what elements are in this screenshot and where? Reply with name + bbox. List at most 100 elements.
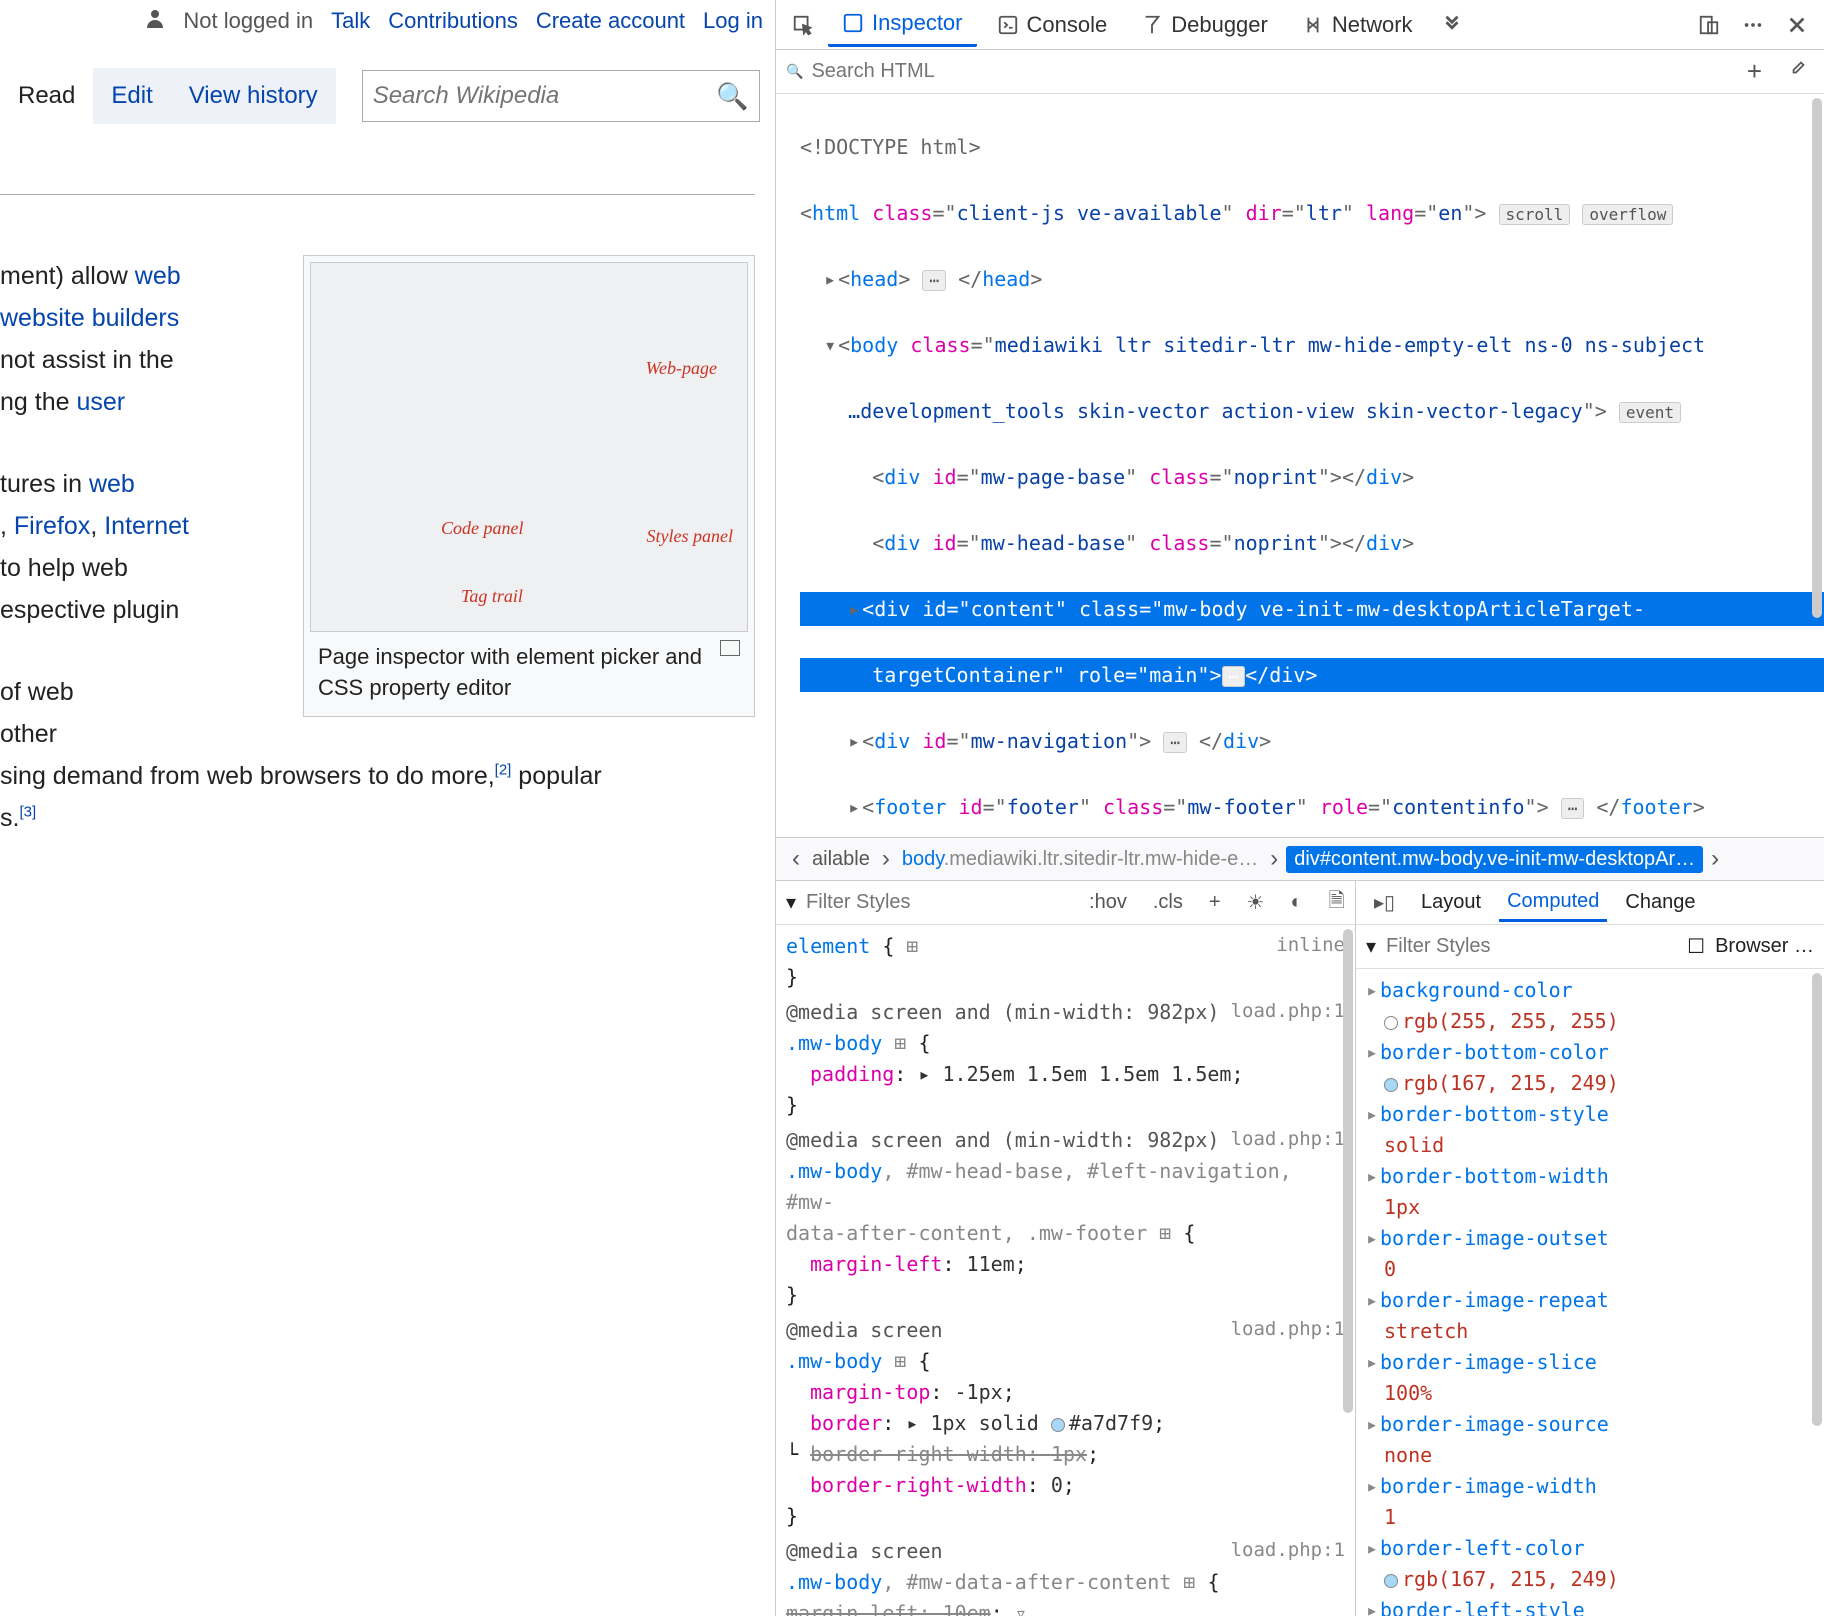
- more-tabs-icon[interactable]: [1433, 6, 1471, 44]
- rules-toolbar: ▾ :hov .cls + ☀ ◐ 🗎: [776, 881, 1355, 925]
- devtools-toolbar: Inspector Console Debugger Network: [776, 0, 1824, 50]
- computed-property[interactable]: ▸border-image-slice100%: [1366, 1347, 1814, 1409]
- breadcrumb-item[interactable]: ailable: [808, 848, 874, 871]
- link-internet[interactable]: Internet: [104, 512, 189, 540]
- computed-property[interactable]: ▸border-image-sourcenone: [1366, 1409, 1814, 1471]
- computed-property[interactable]: ▸border-bottom-width1px: [1366, 1161, 1814, 1223]
- enlarge-icon[interactable]: [720, 640, 740, 656]
- thumb-label-tags: Tag trail: [461, 581, 523, 611]
- add-rule-icon[interactable]: +: [1201, 887, 1229, 918]
- close-devtools-icon[interactable]: [1778, 6, 1816, 44]
- cls-button[interactable]: .cls: [1145, 887, 1191, 918]
- pick-element-icon[interactable]: [784, 6, 822, 44]
- computed-tabs: ▸▯ Layout Computed Change: [1356, 881, 1824, 925]
- tab-debugger[interactable]: Debugger: [1127, 4, 1282, 46]
- html-search-input[interactable]: [811, 60, 1730, 83]
- thumb-label-styles: Styles panel: [647, 521, 733, 551]
- tab-layout[interactable]: Layout: [1413, 885, 1489, 920]
- computed-property[interactable]: ▸border-bottom-stylesolid: [1366, 1099, 1814, 1161]
- breadcrumb-next-icon[interactable]: ›: [1703, 845, 1727, 873]
- computed-filter-bar: ▾ ☐ Browser …: [1356, 925, 1824, 969]
- computed-property[interactable]: ▸border-image-outset0: [1366, 1223, 1814, 1285]
- para-line: sing demand from web browsers to do more…: [0, 755, 755, 797]
- heading-rule: [0, 194, 755, 195]
- computed-property[interactable]: ▸border-image-width1: [1366, 1471, 1814, 1533]
- computed-property[interactable]: ▸border-left-stylesolid: [1366, 1595, 1814, 1616]
- print-mode-icon[interactable]: 🗎: [1321, 882, 1353, 924]
- thumbnail-caption: Page inspector with element picker and C…: [310, 632, 748, 710]
- article-thumbnail: Web-page Code panel Styles panel Tag tra…: [303, 255, 755, 717]
- citation-2[interactable]: [2]: [495, 762, 512, 779]
- chevron-right-icon: ›: [1262, 845, 1286, 873]
- para-line: s.[3]: [0, 797, 755, 839]
- breadcrumb-item[interactable]: body.mediawiki.ltr.sitedir-ltr.mw-hide-e…: [898, 848, 1262, 871]
- browser-styles-checkbox[interactable]: ☐: [1687, 934, 1705, 959]
- light-mode-icon[interactable]: ☀: [1239, 886, 1273, 919]
- computed-list[interactable]: ▸background-colorrgb(255, 255, 255)▸bord…: [1356, 969, 1824, 1616]
- filter-icon: ▾: [786, 890, 796, 915]
- tab-edit[interactable]: Edit: [93, 68, 170, 124]
- overflow-badge[interactable]: overflow: [1582, 204, 1673, 225]
- breadcrumb: ‹ ailable › body.mediawiki.ltr.sitedir-l…: [776, 837, 1824, 881]
- eyedropper-icon[interactable]: [1778, 56, 1814, 87]
- computed-property[interactable]: ▸background-colorrgb(255, 255, 255): [1366, 975, 1814, 1037]
- computed-filter-input[interactable]: [1386, 935, 1677, 958]
- browser-styles-label: Browser …: [1715, 935, 1814, 958]
- article-body: Web-page Code panel Styles panel Tag tra…: [0, 124, 775, 859]
- wikipedia-page: Not logged in Talk Contributions Create …: [0, 0, 776, 1616]
- tab-view-history[interactable]: View history: [171, 68, 336, 124]
- selected-dom-node[interactable]: ▸<div id="content" class="mw-body ve-ini…: [800, 592, 1824, 626]
- contributions-link[interactable]: Contributions: [388, 8, 518, 34]
- thumb-label-code: Code panel: [441, 513, 524, 543]
- tab-network[interactable]: Network: [1288, 4, 1427, 46]
- breadcrumb-prev-icon[interactable]: ‹: [784, 845, 808, 873]
- link-web2[interactable]: web: [89, 470, 135, 498]
- tab-read[interactable]: Read: [0, 68, 93, 124]
- para-line: other: [0, 713, 755, 755]
- search-icon[interactable]: 🔍: [716, 81, 748, 112]
- dark-mode-icon[interactable]: ◐: [1282, 887, 1310, 918]
- thumb-label-webpage: Web-page: [646, 353, 717, 383]
- computed-property[interactable]: ▸border-left-colorrgb(167, 215, 249): [1366, 1533, 1814, 1595]
- search-input[interactable]: [373, 82, 717, 110]
- hov-button[interactable]: :hov: [1081, 887, 1135, 918]
- dom-tree[interactable]: <!DOCTYPE html> <html class="client-js v…: [776, 94, 1824, 837]
- breadcrumb-item-active[interactable]: div#content.mw-body.ve-init-mw-desktopAr…: [1286, 846, 1703, 873]
- link-user[interactable]: user: [76, 388, 125, 416]
- tab-inspector[interactable]: Inspector: [828, 2, 977, 47]
- link-firefox[interactable]: Firefox: [14, 512, 90, 540]
- add-node-icon[interactable]: +: [1739, 56, 1770, 87]
- talk-link[interactable]: Talk: [331, 8, 370, 34]
- tab-console[interactable]: Console: [983, 4, 1122, 46]
- computed-property[interactable]: ▸border-bottom-colorrgb(167, 215, 249): [1366, 1037, 1814, 1099]
- computed-pane: ▸▯ Layout Computed Change ▾ ☐ Browser … …: [1356, 881, 1824, 1616]
- not-logged-in-label: Not logged in: [183, 8, 313, 34]
- log-in-link[interactable]: Log in: [703, 8, 763, 34]
- computed-property[interactable]: ▸border-image-repeatstretch: [1366, 1285, 1814, 1347]
- page-actions: Read Edit View history 🔍: [0, 68, 775, 124]
- search-icon: 🔍: [786, 63, 803, 80]
- toggle-sidebar-icon[interactable]: ▸▯: [1366, 886, 1403, 919]
- user-icon: [145, 8, 165, 34]
- rules-filter-input[interactable]: [806, 891, 1071, 914]
- thumbnail-image[interactable]: Web-page Code panel Styles panel Tag tra…: [310, 262, 748, 632]
- search-box[interactable]: 🔍: [362, 70, 760, 122]
- create-account-link[interactable]: Create account: [536, 8, 685, 34]
- rules-pane: ▾ :hov .cls + ☀ ◐ 🗎 inlineelement { ⊞} l…: [776, 881, 1356, 1616]
- link-website-builders[interactable]: website builders: [0, 304, 179, 332]
- rules-list[interactable]: inlineelement { ⊞} load.php:1@media scre…: [776, 925, 1355, 1616]
- devtools: Inspector Console Debugger Network 🔍 + <…: [776, 0, 1824, 1616]
- link-web[interactable]: web: [135, 262, 181, 290]
- scroll-badge[interactable]: scroll: [1499, 204, 1571, 225]
- event-badge[interactable]: event: [1619, 402, 1681, 423]
- tab-changes[interactable]: Change: [1617, 885, 1703, 920]
- styles-split: ▾ :hov .cls + ☀ ◐ 🗎 inlineelement { ⊞} l…: [776, 881, 1824, 1616]
- tab-computed[interactable]: Computed: [1499, 884, 1607, 922]
- citation-3[interactable]: [3]: [19, 804, 36, 821]
- chevron-right-icon: ›: [874, 845, 898, 873]
- responsive-mode-icon[interactable]: [1690, 6, 1728, 44]
- filter-icon: ▾: [1366, 934, 1376, 959]
- html-search-bar: 🔍 +: [776, 50, 1824, 94]
- kebab-menu-icon[interactable]: [1734, 6, 1772, 44]
- personal-tools: Not logged in Talk Contributions Create …: [0, 0, 775, 42]
